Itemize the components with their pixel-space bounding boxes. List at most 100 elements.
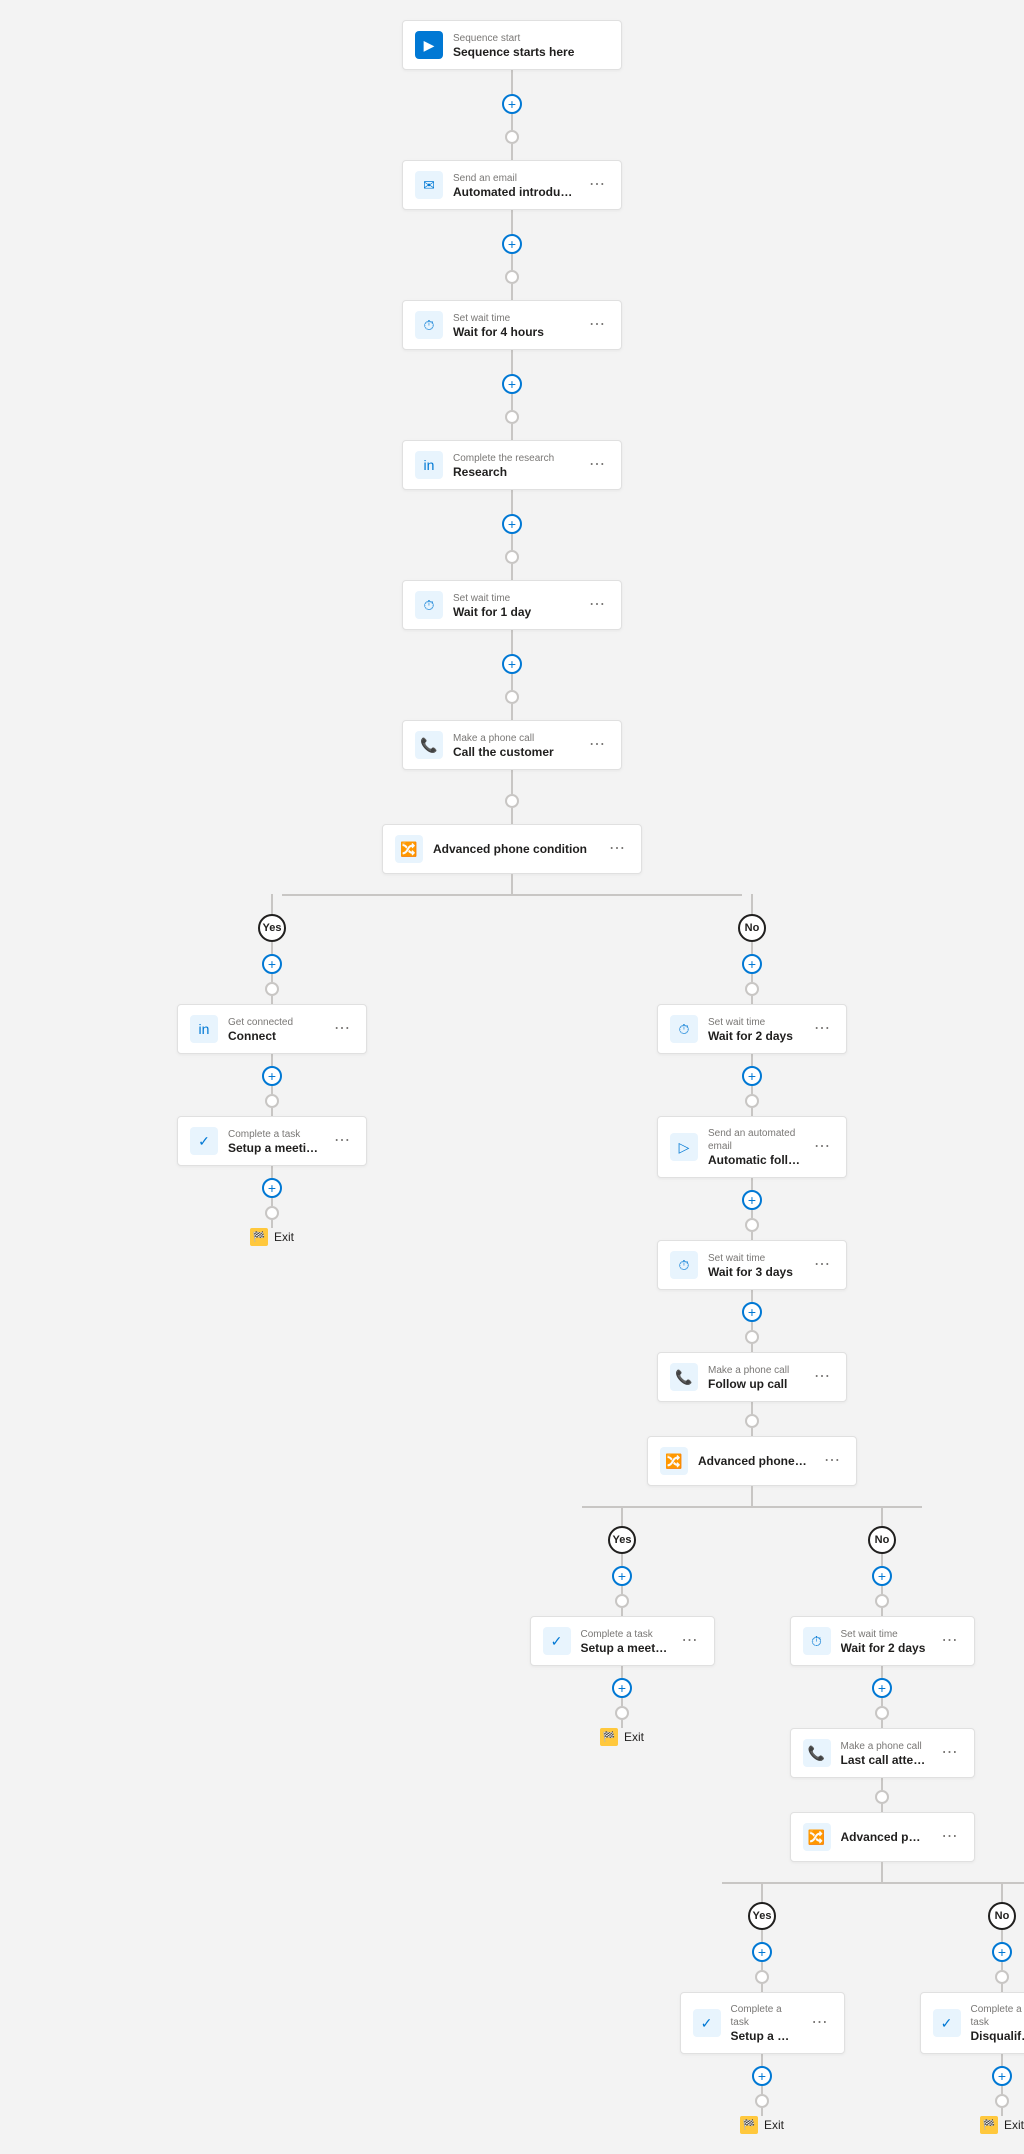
auto-email-icon: ▷ [670, 1133, 698, 1161]
task-2-card: ✓ Complete a task Setup a meeting and mo… [530, 1616, 715, 1666]
circle-no-2b [875, 1706, 889, 1720]
conn-1: + [502, 70, 522, 160]
wait-4-content: Set wait time Wait for 3 days [708, 1252, 800, 1279]
condition-3-icon: 🔀 [803, 1823, 831, 1851]
wait-3-more[interactable]: ⋯ [810, 1019, 834, 1039]
task-3-title: Setup a meeting and move to the next s..… [731, 2029, 798, 2043]
phone-call-2-more[interactable]: ⋯ [810, 1367, 834, 1387]
send-email-1-card: ✉ Send an email Automated introductory e… [402, 160, 622, 210]
task-2-more[interactable]: ⋯ [678, 1631, 702, 1651]
add-no-1[interactable]: + [742, 954, 762, 974]
circle-yes-3b [755, 2094, 769, 2108]
add-no-2[interactable]: + [872, 1566, 892, 1586]
phone-call-1-label: Make a phone call [453, 732, 575, 745]
exit-3-node: 🏁 Exit [740, 2116, 784, 2134]
exit-4-icon: 🏁 [980, 2116, 998, 2134]
no-branch-1: No + ⏱ Set wait time Wait for 2 days ⋯ [642, 894, 862, 2134]
connect-more[interactable]: ⋯ [330, 1019, 354, 1039]
auto-email-title: Automatic follow up email [708, 1153, 800, 1167]
wait-1-content: Set wait time Wait for 4 hours [453, 312, 575, 339]
phone-call-1-more[interactable]: ⋯ [585, 735, 609, 755]
add-yes-1c[interactable]: + [262, 1178, 282, 1198]
line-4c [511, 564, 513, 580]
wait-4-more[interactable]: ⋯ [810, 1255, 834, 1275]
condition-3-more[interactable]: ⋯ [938, 1827, 962, 1847]
add-btn-1[interactable]: + [502, 94, 522, 114]
wait-5-icon: ⏱ [803, 1627, 831, 1655]
wait-5-card: ⏱ Set wait time Wait for 2 days ⋯ [790, 1616, 975, 1666]
wait-1-card: ⏱ Set wait time Wait for 4 hours ⋯ [402, 300, 622, 350]
condition-3-content: Advanced phone condition [841, 1830, 928, 1844]
research-more[interactable]: ⋯ [585, 455, 609, 475]
task-2-icon: ✓ [543, 1627, 571, 1655]
task-3-icon: ✓ [693, 2009, 721, 2037]
task-2-content: Complete a task Setup a meeting and move… [581, 1628, 668, 1655]
sequence-start-content: Sequence start Sequence starts here [453, 32, 609, 59]
add-no-3[interactable]: + [992, 1942, 1012, 1962]
exit-3-icon: 🏁 [740, 2116, 758, 2134]
wait-3-title: Wait for 2 days [708, 1029, 800, 1043]
add-yes-1[interactable]: + [262, 954, 282, 974]
add-yes-3[interactable]: + [752, 1942, 772, 1962]
flow-container: ▶ Sequence start Sequence starts here + … [0, 20, 1024, 2134]
add-no-3b[interactable]: + [992, 2066, 1012, 2086]
send-email-1-more[interactable]: ⋯ [585, 175, 609, 195]
line-1b [511, 114, 513, 130]
circle-no-3 [995, 1970, 1009, 1984]
add-yes-3b[interactable]: + [752, 2066, 772, 2086]
wait-2-more[interactable]: ⋯ [585, 595, 609, 615]
task-3-more[interactable]: ⋯ [808, 2013, 832, 2033]
wait-4-title: Wait for 3 days [708, 1265, 800, 1279]
add-yes-2b[interactable]: + [612, 1678, 632, 1698]
condition-1-more[interactable]: ⋯ [605, 839, 629, 859]
condition-2-title: Advanced phone condition [698, 1454, 810, 1468]
circle-yes-2 [615, 1594, 629, 1608]
condition-3-card: 🔀 Advanced phone condition ⋯ [790, 1812, 975, 1862]
wait-5-label: Set wait time [841, 1628, 928, 1641]
add-btn-4[interactable]: + [502, 514, 522, 534]
add-btn-5[interactable]: + [502, 654, 522, 674]
circle-4 [505, 550, 519, 564]
wait-5-more[interactable]: ⋯ [938, 1631, 962, 1651]
send-email-1-content: Send an email Automated introductory ema… [453, 172, 575, 199]
add-no-1d[interactable]: + [742, 1302, 762, 1322]
wait-3-card: ⏱ Set wait time Wait for 2 days ⋯ [657, 1004, 847, 1054]
wait-1-label: Set wait time [453, 312, 575, 325]
phone-call-3-card: 📞 Make a phone call Last call attempt ⋯ [790, 1728, 975, 1778]
wait-5-content: Set wait time Wait for 2 days [841, 1628, 928, 1655]
phone-call-3-more[interactable]: ⋯ [938, 1743, 962, 1763]
condition-1-content: Advanced phone condition [433, 842, 595, 856]
circle-no-1e [745, 1414, 759, 1428]
line-4b [511, 534, 513, 550]
wait-1-more[interactable]: ⋯ [585, 315, 609, 335]
add-no-1b[interactable]: + [742, 1066, 762, 1086]
exit-2-label: Exit [624, 1730, 644, 1744]
exit-1-icon: 🏁 [250, 1228, 268, 1246]
add-no-1c[interactable]: + [742, 1190, 762, 1210]
no-branch-2: No + ⏱ Set wait time [782, 1506, 982, 2134]
exit-3-label: Exit [764, 2118, 784, 2132]
phone-call-2-content: Make a phone call Follow up call [708, 1364, 800, 1391]
task-1-more[interactable]: ⋯ [330, 1131, 354, 1151]
add-btn-3[interactable]: + [502, 374, 522, 394]
exit-2-icon: 🏁 [600, 1728, 618, 1746]
auto-email-card: ▷ Send an automated email Automatic foll… [657, 1116, 847, 1178]
conn-3: + [502, 350, 522, 440]
add-btn-2[interactable]: + [502, 234, 522, 254]
add-yes-1b[interactable]: + [262, 1066, 282, 1086]
connect-card: in Get connected Connect ⋯ [177, 1004, 367, 1054]
auto-email-more[interactable]: ⋯ [810, 1137, 834, 1157]
condition-2-content: Advanced phone condition [698, 1454, 810, 1468]
circle-5 [505, 690, 519, 704]
connect-icon: in [190, 1015, 218, 1043]
circle-no-2c [875, 1790, 889, 1804]
wait-2-card: ⏱ Set wait time Wait for 1 day ⋯ [402, 580, 622, 630]
add-yes-2[interactable]: + [612, 1566, 632, 1586]
wait-3-icon: ⏱ [670, 1015, 698, 1043]
send-email-1-title: Automated introductory email [453, 185, 575, 199]
research-title: Research [453, 465, 575, 479]
add-no-2b[interactable]: + [872, 1678, 892, 1698]
send-email-1-label: Send an email [453, 172, 575, 185]
phone-call-1-content: Make a phone call Call the customer [453, 732, 575, 759]
condition-2-more[interactable]: ⋯ [820, 1451, 844, 1471]
